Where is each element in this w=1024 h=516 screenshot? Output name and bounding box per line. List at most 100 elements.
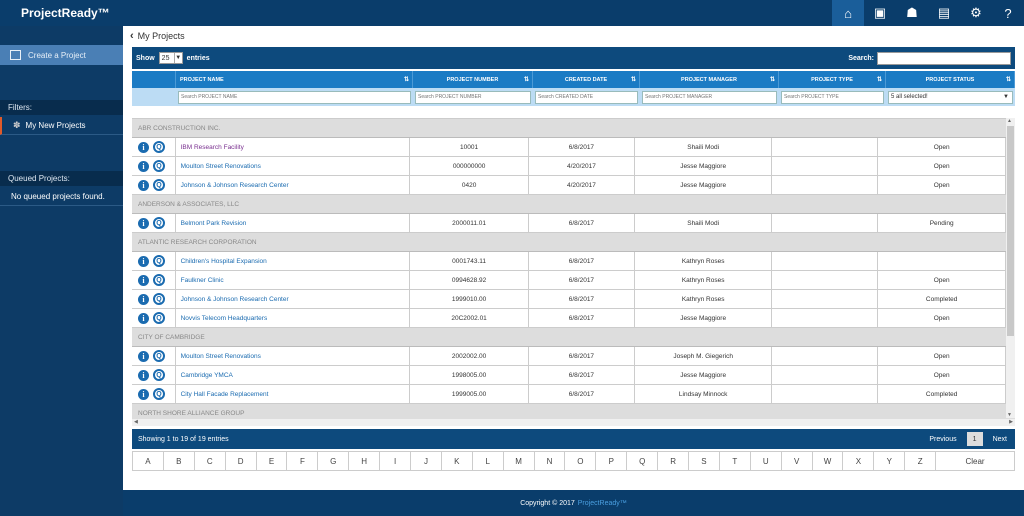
sort-icon[interactable]: ⇅ xyxy=(770,76,775,83)
filter-input-date[interactable] xyxy=(535,90,638,104)
column-header-date[interactable]: CREATED DATE ⇅ xyxy=(533,71,640,88)
project-link-icon[interactable]: Q xyxy=(153,274,165,286)
info-icon[interactable]: i xyxy=(138,217,149,229)
project-link-icon[interactable]: Q xyxy=(153,312,165,324)
alpha-filter-t[interactable]: T xyxy=(720,452,751,470)
project-name-link[interactable]: IBM Research Facility xyxy=(176,138,411,156)
alpha-filter-z[interactable]: Z xyxy=(905,452,937,470)
table-row[interactable]: i Q Novvis Telecom Headquarters 20C2002.01 6… xyxy=(132,309,1006,328)
previous-button[interactable]: Previous xyxy=(929,436,956,443)
reports-nav-button[interactable]: ▤ xyxy=(928,0,960,26)
table-row[interactable]: i Q IBM Research Facility 10001 6/8/2017 Shai… xyxy=(132,138,1006,157)
project-name-link[interactable]: Johnson & Johnson Research Center xyxy=(176,176,411,194)
table-row[interactable]: i Q Cambridge YMCA 1998005.00 6/8/2017 Jesse … xyxy=(132,366,1006,385)
project-name-link[interactable]: Belmont Park Revision xyxy=(176,214,411,232)
project-link-icon[interactable]: Q xyxy=(153,369,165,381)
table-row[interactable]: i Q Johnson & Johnson Research Center 0420 4… xyxy=(132,176,1006,195)
alpha-filter-clear[interactable]: Clear xyxy=(936,452,1014,470)
project-name-link[interactable]: Moulton Street Renovations xyxy=(176,157,411,175)
sort-icon[interactable]: ⇅ xyxy=(524,76,529,83)
alpha-filter-k[interactable]: K xyxy=(442,452,473,470)
filter-input-number[interactable] xyxy=(415,90,531,104)
gear-nav-button[interactable]: ⚙ xyxy=(960,0,992,26)
scrollbar-thumb[interactable] xyxy=(1007,126,1014,336)
table-row[interactable]: i Q Moulton Street Renovations 000000000 4/2… xyxy=(132,157,1006,176)
project-link-icon[interactable]: Q xyxy=(153,179,165,191)
alpha-filter-u[interactable]: U xyxy=(751,452,782,470)
home-nav-button[interactable]: ⌂ xyxy=(832,0,864,26)
project-name-link[interactable]: Johnson & Johnson Research Center xyxy=(176,290,411,308)
info-icon[interactable]: i xyxy=(138,293,149,305)
alpha-filter-j[interactable]: J xyxy=(411,452,442,470)
table-row[interactable]: i Q Faulkner Clinic 0994628.92 6/8/2017 Kathr… xyxy=(132,271,1006,290)
alpha-filter-o[interactable]: O xyxy=(565,452,597,470)
alpha-filter-e[interactable]: E xyxy=(257,452,288,470)
table-row[interactable]: i Q Belmont Park Revision 2000011.01 6/8/201… xyxy=(132,214,1006,233)
filter-input-name[interactable] xyxy=(178,90,411,104)
column-header-number[interactable]: PROJECT NUMBER ⇅ xyxy=(413,71,533,88)
chevron-left-icon[interactable]: ‹ xyxy=(130,30,134,42)
filter-input-type[interactable] xyxy=(781,90,884,104)
alpha-filter-f[interactable]: F xyxy=(287,452,319,470)
info-icon[interactable]: i xyxy=(138,312,149,324)
alpha-filter-d[interactable]: D xyxy=(226,452,257,470)
project-link-icon[interactable]: Q xyxy=(153,217,165,229)
project-name-link[interactable]: Children's Hospital Expansion xyxy=(176,252,411,270)
alpha-filter-n[interactable]: N xyxy=(535,452,566,470)
status-filter-select[interactable]: 5 all selected! ▼ xyxy=(888,90,1013,104)
alpha-filter-a[interactable]: A xyxy=(133,452,164,470)
project-link-icon[interactable]: Q xyxy=(153,388,165,400)
scroll-left-icon[interactable]: ◀ xyxy=(134,419,138,425)
project-link-icon[interactable]: Q xyxy=(153,255,165,267)
info-icon[interactable]: i xyxy=(138,388,149,400)
info-icon[interactable]: i xyxy=(138,369,149,381)
project-link-icon[interactable]: Q xyxy=(153,350,165,362)
help-nav-button[interactable]: ? xyxy=(992,0,1024,26)
alpha-filter-q[interactable]: Q xyxy=(627,452,659,470)
alpha-filter-x[interactable]: X xyxy=(843,452,875,470)
table-row[interactable]: i Q Children's Hospital Expansion 0001743.1… xyxy=(132,252,1006,271)
search-input[interactable] xyxy=(877,51,1011,65)
info-icon[interactable]: i xyxy=(138,160,149,172)
vertical-scrollbar[interactable]: ▲ ▼ xyxy=(1006,118,1015,418)
scroll-right-icon[interactable]: ▶ xyxy=(1009,419,1013,425)
create-project-button[interactable]: Create a Project xyxy=(0,45,123,65)
info-icon[interactable]: i xyxy=(138,179,149,191)
alpha-filter-i[interactable]: I xyxy=(380,452,412,470)
app-logo[interactable]: ProjectReady™ xyxy=(0,0,123,26)
column-header-manager[interactable]: PROJECT MANAGER ⇅ xyxy=(640,71,779,88)
column-header-status[interactable]: PROJECT STATUS ⇅ xyxy=(886,71,1015,88)
project-name-link[interactable]: City Hall Facade Replacement xyxy=(176,385,411,403)
alpha-filter-y[interactable]: Y xyxy=(874,452,906,470)
table-row[interactable]: i Q City Hall Facade Replacement 1999005.00… xyxy=(132,385,1006,404)
info-icon[interactable]: i xyxy=(138,255,149,267)
alpha-filter-c[interactable]: C xyxy=(195,452,226,470)
project-link-icon[interactable]: Q xyxy=(153,293,165,305)
project-name-link[interactable]: Faulkner Clinic xyxy=(176,271,411,289)
alpha-filter-g[interactable]: G xyxy=(318,452,350,470)
filter-input-manager[interactable] xyxy=(642,90,777,104)
project-link-icon[interactable]: Q xyxy=(153,141,165,153)
sort-icon[interactable]: ⇅ xyxy=(1006,76,1011,83)
page-1-button[interactable]: 1 xyxy=(966,432,983,446)
column-header-name[interactable]: PROJECT NAME ⇅ xyxy=(176,71,413,88)
alpha-filter-s[interactable]: S xyxy=(689,452,720,470)
sidebar-item-my-new-projects[interactable]: ✽ My New Projects xyxy=(0,117,123,135)
presentation-nav-button[interactable]: ▣ xyxy=(864,0,896,26)
alpha-filter-h[interactable]: H xyxy=(349,452,381,470)
user-card-nav-button[interactable]: ☗ xyxy=(896,0,928,26)
project-link-icon[interactable]: Q xyxy=(153,160,165,172)
info-icon[interactable]: i xyxy=(138,141,149,153)
alpha-filter-l[interactable]: L xyxy=(473,452,504,470)
table-row[interactable]: i Q Moulton Street Renovations 2002002.00 6/… xyxy=(132,347,1006,366)
info-icon[interactable]: i xyxy=(138,274,149,286)
project-name-link[interactable]: Novvis Telecom Headquarters xyxy=(176,309,411,327)
alpha-filter-r[interactable]: R xyxy=(658,452,690,470)
next-button[interactable]: Next xyxy=(993,436,1007,443)
project-name-link[interactable]: Cambridge YMCA xyxy=(176,366,411,384)
info-icon[interactable]: i xyxy=(138,350,149,362)
sort-icon[interactable]: ⇅ xyxy=(877,76,882,83)
sort-icon[interactable]: ⇅ xyxy=(404,76,409,83)
alpha-filter-v[interactable]: V xyxy=(782,452,813,470)
column-header-type[interactable]: PROJECT TYPE ⇅ xyxy=(779,71,886,88)
